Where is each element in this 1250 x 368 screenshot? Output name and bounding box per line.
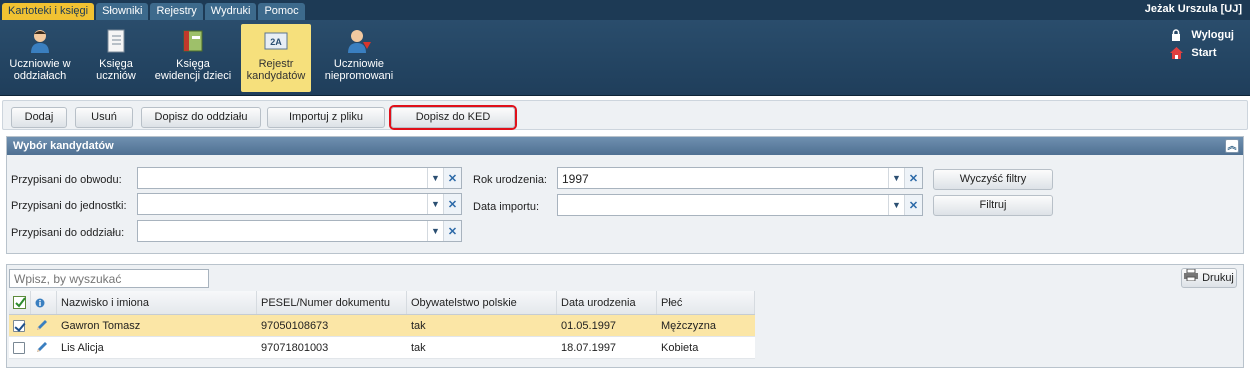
- ribbon-label: Księga uczniów: [96, 58, 136, 82]
- tab-kartoteki[interactable]: Kartoteki i księgi: [2, 3, 95, 20]
- search-input[interactable]: [9, 269, 209, 288]
- column-header-birth-date[interactable]: Data urodzenia: [557, 291, 657, 314]
- import-date-label: Data importu:: [473, 201, 540, 213]
- filter-button[interactable]: Filtruj: [933, 195, 1053, 216]
- column-header-name[interactable]: Nazwisko i imiona: [57, 291, 257, 314]
- birth-year-value: 1997: [562, 172, 589, 186]
- unit-select[interactable]: ▼ ✕: [137, 193, 462, 215]
- logout-link[interactable]: Wyloguj: [1169, 26, 1234, 44]
- birth-year-label: Rok urodzenia:: [473, 174, 547, 186]
- clear-icon[interactable]: ✕: [904, 168, 922, 188]
- print-button[interactable]: Drukuj: [1181, 268, 1237, 288]
- birth-year-select[interactable]: 1997 ▼ ✕: [557, 167, 923, 189]
- row-checkbox[interactable]: [13, 342, 25, 354]
- table-row[interactable]: Lis Alicja 97071801003 tak 18.07.1997 Ko…: [9, 337, 755, 359]
- ribbon-ksiega-ewidencji[interactable]: Księga ewidencji dzieci: [152, 24, 234, 92]
- row-citizenship: tak: [411, 342, 426, 354]
- assign-class-button[interactable]: Dopisz do oddziału: [141, 107, 261, 128]
- chevron-down-icon[interactable]: ▼: [427, 194, 443, 214]
- chevron-down-icon[interactable]: ▼: [888, 195, 904, 215]
- print-label: Drukuj: [1202, 272, 1234, 284]
- row-birth-date: 01.05.1997: [561, 320, 617, 332]
- student-icon: [27, 28, 53, 54]
- logout-label: Wyloguj: [1191, 29, 1234, 41]
- ribbon-uczniowie-w-oddzialach[interactable]: Uczniowie w oddziałach: [6, 24, 74, 92]
- ribbon-label: Rejestr kandydatów: [246, 58, 306, 82]
- district-select[interactable]: ▼ ✕: [137, 167, 462, 189]
- clear-icon[interactable]: ✕: [443, 221, 461, 241]
- candidates-table: Nazwisko i imiona PESEL/Numer dokumentu …: [9, 291, 755, 359]
- ribbon-side-links: Wyloguj Start: [1169, 26, 1234, 62]
- tab-wydruki[interactable]: Wydruki: [204, 3, 257, 20]
- user-name: Jeżak Urszula [UJ]: [1144, 3, 1242, 15]
- row-checkbox-cell: [9, 337, 31, 358]
- clear-icon[interactable]: ✕: [904, 195, 922, 215]
- add-button[interactable]: Dodaj: [11, 107, 67, 128]
- clear-icon[interactable]: ✕: [443, 194, 461, 214]
- ribbon-rejestr-kandydatow[interactable]: 2A Rejestr kandydatów: [241, 24, 311, 92]
- column-header-citizenship[interactable]: Obywatelstwo polskie: [407, 291, 557, 314]
- ribbon-uczniowie-niepromowani[interactable]: Uczniowie niepromowani: [322, 24, 396, 92]
- select-all-cell[interactable]: [9, 291, 31, 314]
- table-header: Nazwisko i imiona PESEL/Numer dokumentu …: [9, 291, 755, 315]
- ribbon: Uczniowie w oddziałach Księga uczniów Ks…: [0, 20, 1250, 96]
- chevron-down-icon[interactable]: ▼: [427, 168, 443, 188]
- ribbon-label: Uczniowie w oddziałach: [9, 58, 71, 82]
- edit-icon[interactable]: [31, 337, 57, 358]
- start-label: Start: [1191, 47, 1217, 59]
- district-label: Przypisani do obwodu:: [11, 174, 122, 186]
- checkmark-icon[interactable]: [13, 296, 27, 313]
- class-select[interactable]: ▼ ✕: [137, 220, 462, 242]
- toolbar: Dodaj Usuń Dopisz do oddziału Importuj z…: [2, 100, 1248, 130]
- register-icon: 2A: [263, 28, 289, 54]
- unit-label: Przypisani do jednostki:: [11, 200, 127, 212]
- import-date-select[interactable]: ▼ ✕: [557, 194, 923, 216]
- filter-panel-header: Wybór kandydatów ︽: [7, 137, 1243, 155]
- filter-panel: Wybór kandydatów ︽ Przypisani do obwodu:…: [6, 136, 1244, 254]
- row-name: Gawron Tomasz: [61, 320, 141, 332]
- book-icon: [103, 28, 129, 54]
- info-icon: [31, 291, 57, 314]
- assign-ked-button[interactable]: Dopisz do KED: [391, 107, 515, 128]
- row-pesel: 97071801003: [261, 342, 329, 354]
- column-header-pesel[interactable]: PESEL/Numer dokumentu: [257, 291, 407, 314]
- filter-panel-title: Wybór kandydatów: [13, 140, 114, 152]
- ledger-icon: [180, 28, 206, 54]
- remove-button[interactable]: Usuń: [75, 107, 133, 128]
- chevron-down-icon[interactable]: ▼: [427, 221, 443, 241]
- import-button[interactable]: Importuj z pliku: [267, 107, 385, 128]
- row-birth-date: 18.07.1997: [561, 342, 617, 354]
- row-checkbox-cell: [9, 315, 31, 336]
- tab-slowniki[interactable]: Słowniki: [96, 3, 149, 20]
- row-checkbox[interactable]: [13, 320, 25, 332]
- clear-icon[interactable]: ✕: [443, 168, 461, 188]
- printer-icon: [1184, 268, 1199, 287]
- svg-text:2A: 2A: [270, 37, 282, 47]
- menu-bar: Kartoteki i księgi Słowniki Rejestry Wyd…: [0, 0, 1250, 20]
- home-icon: [1169, 46, 1183, 60]
- ribbon-ksiega-uczniow[interactable]: Księga uczniów: [84, 24, 148, 92]
- start-link[interactable]: Start: [1169, 44, 1234, 62]
- menu-tabs: Kartoteki i księgi Słowniki Rejestry Wyd…: [2, 3, 305, 20]
- table-row[interactable]: Gawron Tomasz 97050108673 tak 01.05.1997…: [9, 315, 755, 337]
- lock-icon: [1169, 28, 1183, 42]
- row-citizenship: tak: [411, 320, 426, 332]
- tab-pomoc[interactable]: Pomoc: [258, 3, 305, 20]
- chevron-down-icon[interactable]: ▼: [888, 168, 904, 188]
- collapse-icon[interactable]: ︽: [1225, 139, 1239, 153]
- ribbon-label: Księga ewidencji dzieci: [154, 58, 232, 82]
- student-down-icon: [346, 28, 372, 54]
- tab-rejestry[interactable]: Rejestry: [150, 3, 203, 20]
- clear-filters-button[interactable]: Wyczyść filtry: [933, 169, 1053, 190]
- ribbon-label: Uczniowie niepromowani: [324, 58, 394, 82]
- class-label: Przypisani do oddziału:: [11, 227, 125, 239]
- column-header-sex[interactable]: Płeć: [657, 291, 755, 314]
- row-sex: Mężczyzna: [661, 320, 717, 332]
- row-pesel: 97050108673: [261, 320, 329, 332]
- row-sex: Kobieta: [661, 342, 699, 354]
- grid-panel: Drukuj Nazwisko i imiona PESEL/Numer dok…: [6, 264, 1244, 368]
- row-name: Lis Alicja: [61, 342, 104, 354]
- edit-icon[interactable]: [31, 315, 57, 336]
